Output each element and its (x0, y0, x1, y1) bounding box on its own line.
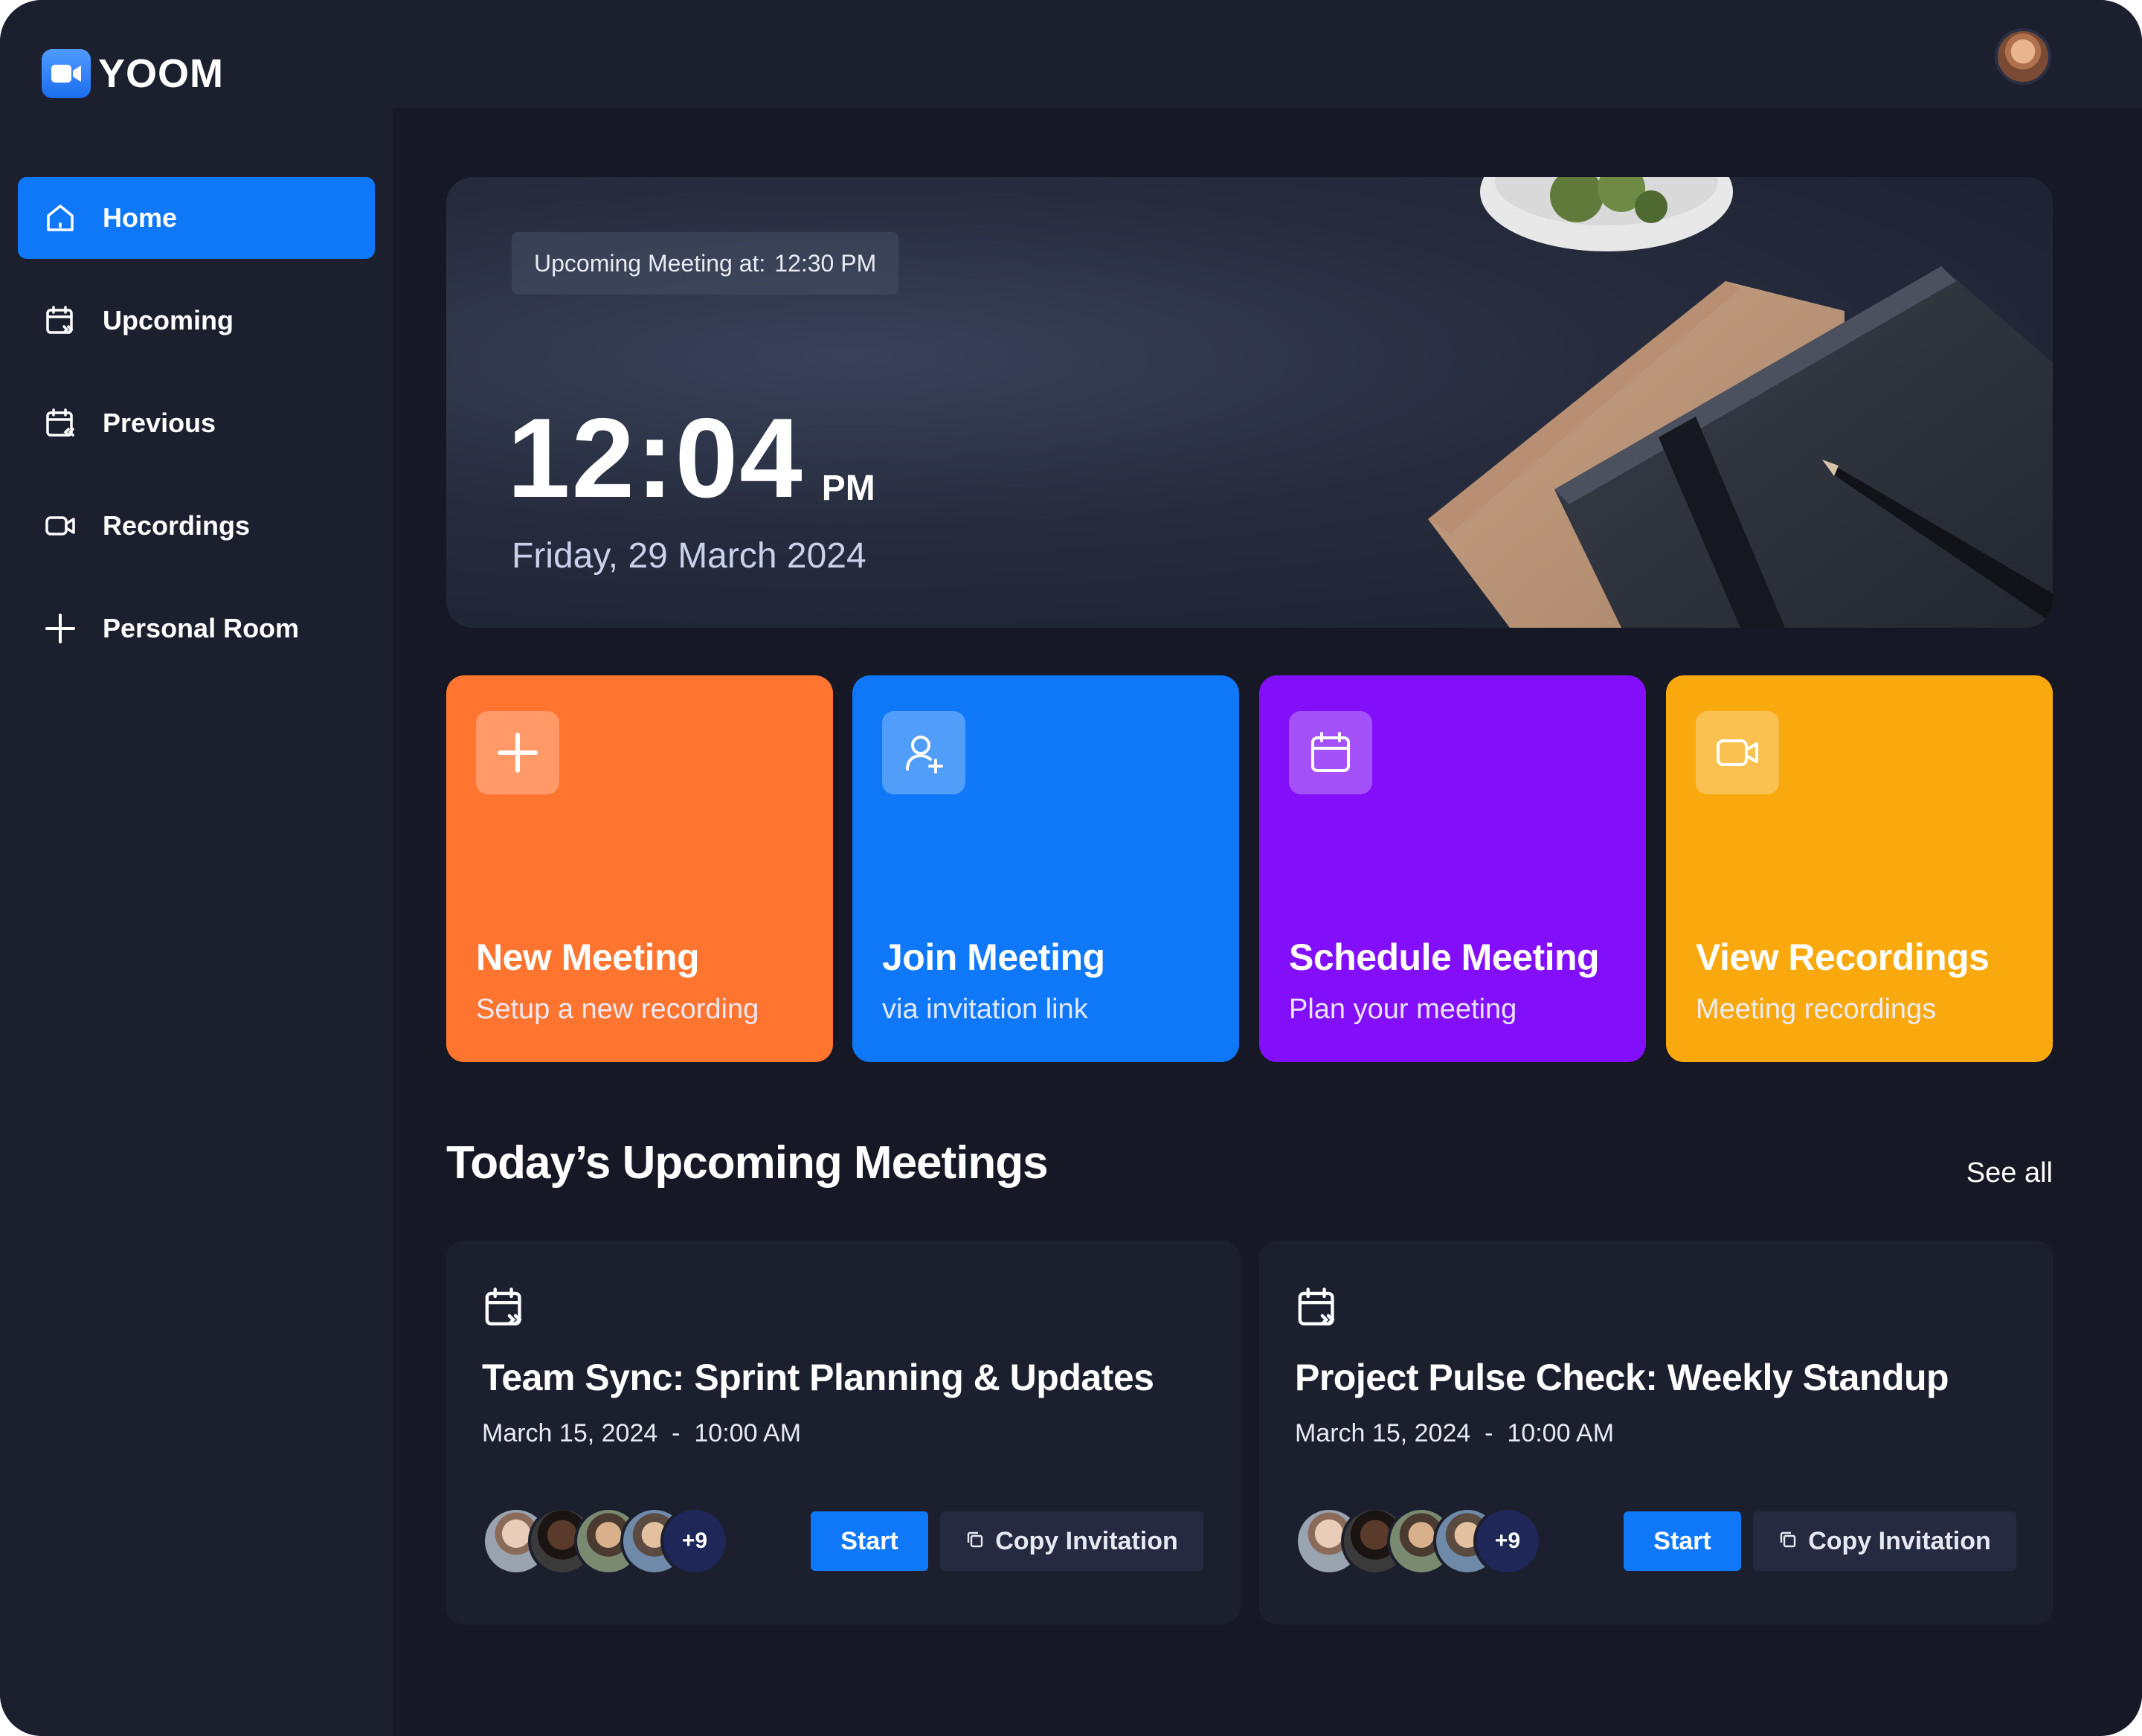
meeting-datetime: March 15, 2024 - 10:00 AM (1295, 1419, 1614, 1448)
desk-illustration (1428, 177, 2053, 628)
topbar: YOOM (0, 0, 2142, 108)
sidebar-item-label: Personal Room (103, 613, 300, 643)
date-separator: - (1477, 1419, 1500, 1447)
sidebar-item-recordings[interactable]: Recordings (18, 485, 375, 567)
card-subtitle: via invitation link (882, 994, 1088, 1025)
start-button[interactable]: Start (1624, 1511, 1741, 1571)
card-subtitle: Meeting recordings (1696, 994, 1937, 1025)
calendar-icon (1289, 711, 1372, 794)
sidebar-item-label: Previous (103, 408, 216, 438)
clock-ampm: PM (821, 469, 875, 508)
app-name: YOOM (98, 51, 225, 96)
meeting-date: March 15, 2024 (1295, 1419, 1471, 1447)
clock-time: 12:04 (507, 395, 804, 521)
meeting-card: Team Sync: Sprint Planning & Updates Mar… (446, 1241, 1241, 1624)
sidebar-item-label: Home (103, 202, 178, 233)
calendar-previous-icon (43, 406, 77, 440)
current-time: 12:04 PM (507, 402, 875, 515)
card-subtitle: Setup a new recording (476, 994, 759, 1025)
sidebar-item-home[interactable]: Home (18, 177, 375, 259)
copy-invitation-label: Copy Invitation (1808, 1526, 1991, 1555)
calendar-upcoming-icon (482, 1285, 527, 1330)
sidebar-item-label: Upcoming (103, 305, 234, 335)
meeting-datetime: March 15, 2024 - 10:00 AM (482, 1419, 801, 1448)
copy-icon (1778, 1527, 1798, 1556)
start-button[interactable]: Start (811, 1511, 928, 1571)
plus-icon (43, 611, 77, 646)
video-icon (43, 509, 77, 543)
more-attendees-badge: +9 (1473, 1507, 1542, 1575)
hero-banner: Upcoming Meeting at: 12:30 PM 12:04 PM F… (446, 177, 2053, 628)
home-icon (43, 201, 77, 235)
card-title: Schedule Meeting (1289, 936, 1600, 978)
upcoming-meeting-badge: Upcoming Meeting at: 12:30 PM (512, 232, 899, 295)
user-avatar[interactable] (1995, 28, 2051, 85)
copy-icon (965, 1527, 985, 1556)
new-meeting-card[interactable]: New Meeting Setup a new recording (446, 675, 833, 1062)
sidebar-item-label: Recordings (103, 510, 251, 541)
sidebar-item-personal-room[interactable]: Personal Room (18, 588, 375, 669)
upcoming-section-title: Today’s Upcoming Meetings (446, 1137, 1049, 1189)
see-all-link[interactable]: See all (1966, 1157, 2053, 1189)
meeting-card: Project Pulse Check: Weekly Standup Marc… (1259, 1241, 2053, 1624)
sidebar-item-upcoming[interactable]: Upcoming (18, 280, 375, 361)
card-title: View Recordings (1696, 936, 1990, 978)
card-subtitle: Plan your meeting (1289, 994, 1517, 1025)
logo-icon (42, 49, 91, 98)
current-date: Friday, 29 March 2024 (512, 536, 866, 576)
copy-invitation-button[interactable]: Copy Invitation (940, 1511, 1203, 1571)
sidebar-item-previous[interactable]: Previous (18, 382, 375, 464)
copy-invitation-button[interactable]: Copy Invitation (1753, 1511, 2016, 1571)
card-title: New Meeting (476, 936, 700, 978)
logo[interactable]: YOOM (42, 49, 224, 98)
meeting-title: Team Sync: Sprint Planning & Updates (482, 1357, 1154, 1398)
meeting-time: 10:00 AM (694, 1419, 802, 1447)
badge-time: 12:30 PM (774, 249, 877, 277)
join-meeting-card[interactable]: Join Meeting via invitation link (852, 675, 1239, 1062)
badge-label: Upcoming Meeting at: (534, 249, 766, 277)
schedule-meeting-card[interactable]: Schedule Meeting Plan your meeting (1259, 675, 1646, 1062)
add-user-icon (882, 711, 965, 794)
app-window: YOOM Home Upcoming Previous Recordings P… (0, 0, 2142, 1736)
more-attendees-badge: +9 (660, 1507, 729, 1575)
meeting-time: 10:00 AM (1507, 1419, 1615, 1447)
action-cards: New Meeting Setup a new recording Join M… (446, 675, 2053, 1062)
video-icon (1696, 711, 1779, 794)
sidebar: Home Upcoming Previous Recordings Person… (0, 108, 393, 1736)
meeting-title: Project Pulse Check: Weekly Standup (1295, 1357, 1949, 1398)
date-separator: - (664, 1419, 687, 1447)
calendar-upcoming-icon (43, 303, 77, 338)
plus-icon (476, 711, 559, 794)
calendar-upcoming-icon (1295, 1285, 1339, 1330)
copy-invitation-label: Copy Invitation (995, 1526, 1178, 1555)
meeting-date: March 15, 2024 (482, 1419, 658, 1447)
card-title: Join Meeting (882, 936, 1105, 978)
view-recordings-card[interactable]: View Recordings Meeting recordings (1666, 675, 2053, 1062)
